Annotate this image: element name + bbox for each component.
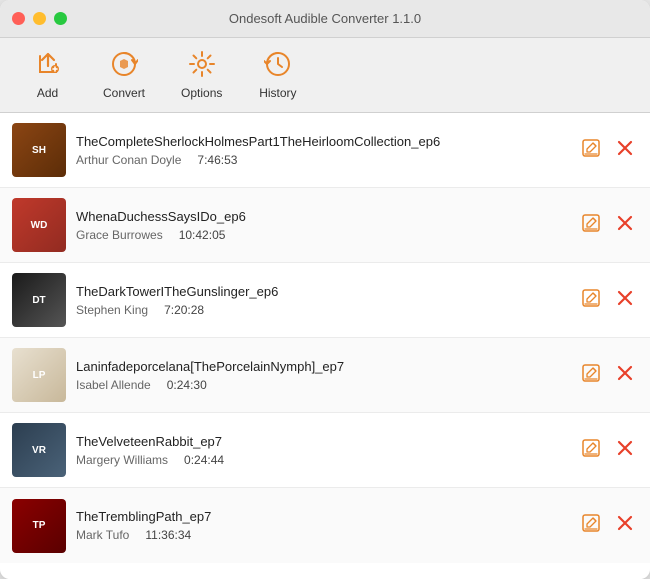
book-info: Laninfadeporcelana[ThePorcelainNymph]_ep… [76,359,568,392]
convert-icon [110,50,138,82]
book-info: TheDarkTowerITheGunslinger_ep6 Stephen K… [76,284,568,317]
history-button[interactable]: History [250,46,305,104]
options-icon [188,50,216,82]
book-cover: SH [12,123,66,177]
book-meta: Stephen King 7:20:28 [76,303,568,317]
minimize-button[interactable] [33,12,46,25]
cover-image: SH [12,123,66,177]
book-duration: 7:46:53 [197,153,237,167]
book-title: Laninfadeporcelana[ThePorcelainNymph]_ep… [76,359,568,374]
book-actions [578,435,638,466]
window-controls [12,12,67,25]
table-row: LP Laninfadeporcelana[ThePorcelainNymph]… [0,338,650,413]
book-meta: Mark Tufo 11:36:34 [76,528,568,542]
titlebar: Ondesoft Audible Converter 1.1.0 [0,0,650,38]
book-duration: 10:42:05 [179,228,226,242]
book-duration: 0:24:44 [184,453,224,467]
delete-icon [616,364,634,387]
edit-icon [582,514,600,537]
edit-icon [582,439,600,462]
add-icon [34,50,62,82]
delete-button[interactable] [612,360,638,391]
delete-button[interactable] [612,285,638,316]
edit-button[interactable] [578,360,604,391]
delete-icon [616,514,634,537]
book-meta: Grace Burrowes 10:42:05 [76,228,568,242]
book-author: Isabel Allende [76,378,151,392]
book-duration: 11:36:34 [145,528,191,542]
book-author: Margery Williams [76,453,168,467]
book-actions [578,135,638,166]
book-author: Arthur Conan Doyle [76,153,181,167]
edit-icon [582,289,600,312]
edit-button[interactable] [578,510,604,541]
book-actions [578,210,638,241]
edit-button[interactable] [578,435,604,466]
table-row: SH TheCompleteSherlockHolmesPart1TheHeir… [0,113,650,188]
book-title: TheTremblingPath_ep7 [76,509,568,524]
book-meta: Arthur Conan Doyle 7:46:53 [76,153,568,167]
book-actions [578,510,638,541]
app-title: Ondesoft Audible Converter 1.1.0 [229,11,421,26]
book-cover: LP [12,348,66,402]
book-actions [578,285,638,316]
book-author: Stephen King [76,303,148,317]
options-label: Options [181,86,222,100]
edit-button[interactable] [578,285,604,316]
delete-icon [616,439,634,462]
book-duration: 7:20:28 [164,303,204,317]
book-title: TheCompleteSherlockHolmesPart1TheHeirloo… [76,134,568,149]
book-cover: DT [12,273,66,327]
book-cover: WD [12,198,66,252]
app-window: Ondesoft Audible Converter 1.1.0 Add [0,0,650,579]
table-row: VR TheVelveteenRabbit_ep7 Margery Willia… [0,413,650,488]
cover-image: WD [12,198,66,252]
options-button[interactable]: Options [173,46,230,104]
book-meta: Isabel Allende 0:24:30 [76,378,568,392]
cover-image: LP [12,348,66,402]
convert-label: Convert [103,86,145,100]
book-author: Mark Tufo [76,528,129,542]
book-info: WhenaDuchessSaysIDo_ep6 Grace Burrowes 1… [76,209,568,242]
table-row: WD WhenaDuchessSaysIDo_ep6 Grace Burrowe… [0,188,650,263]
table-row: TP TheTremblingPath_ep7 Mark Tufo 11:36:… [0,488,650,563]
toolbar: Add Convert Options [0,38,650,113]
edit-button[interactable] [578,210,604,241]
book-cover: VR [12,423,66,477]
delete-button[interactable] [612,210,638,241]
maximize-button[interactable] [54,12,67,25]
delete-button[interactable] [612,135,638,166]
book-title: TheDarkTowerITheGunslinger_ep6 [76,284,568,299]
book-title: WhenaDuchessSaysIDo_ep6 [76,209,568,224]
delete-icon [616,214,634,237]
add-button[interactable]: Add [20,46,75,104]
delete-button[interactable] [612,435,638,466]
table-row: DT TheDarkTowerITheGunslinger_ep6 Stephe… [0,263,650,338]
edit-icon [582,364,600,387]
book-info: TheTremblingPath_ep7 Mark Tufo 11:36:34 [76,509,568,542]
delete-icon [616,289,634,312]
book-meta: Margery Williams 0:24:44 [76,453,568,467]
edit-icon [582,214,600,237]
cover-image: DT [12,273,66,327]
cover-image: TP [12,499,66,553]
delete-icon [616,139,634,162]
book-author: Grace Burrowes [76,228,163,242]
book-title: TheVelveteenRabbit_ep7 [76,434,568,449]
edit-button[interactable] [578,135,604,166]
book-cover: TP [12,499,66,553]
history-icon [264,50,292,82]
book-actions [578,360,638,391]
convert-button[interactable]: Convert [95,46,153,104]
book-duration: 0:24:30 [167,378,207,392]
cover-image: VR [12,423,66,477]
history-label: History [259,86,296,100]
book-list: SH TheCompleteSherlockHolmesPart1TheHeir… [0,113,650,579]
close-button[interactable] [12,12,25,25]
book-info: TheCompleteSherlockHolmesPart1TheHeirloo… [76,134,568,167]
add-label: Add [37,86,58,100]
delete-button[interactable] [612,510,638,541]
edit-icon [582,139,600,162]
book-info: TheVelveteenRabbit_ep7 Margery Williams … [76,434,568,467]
